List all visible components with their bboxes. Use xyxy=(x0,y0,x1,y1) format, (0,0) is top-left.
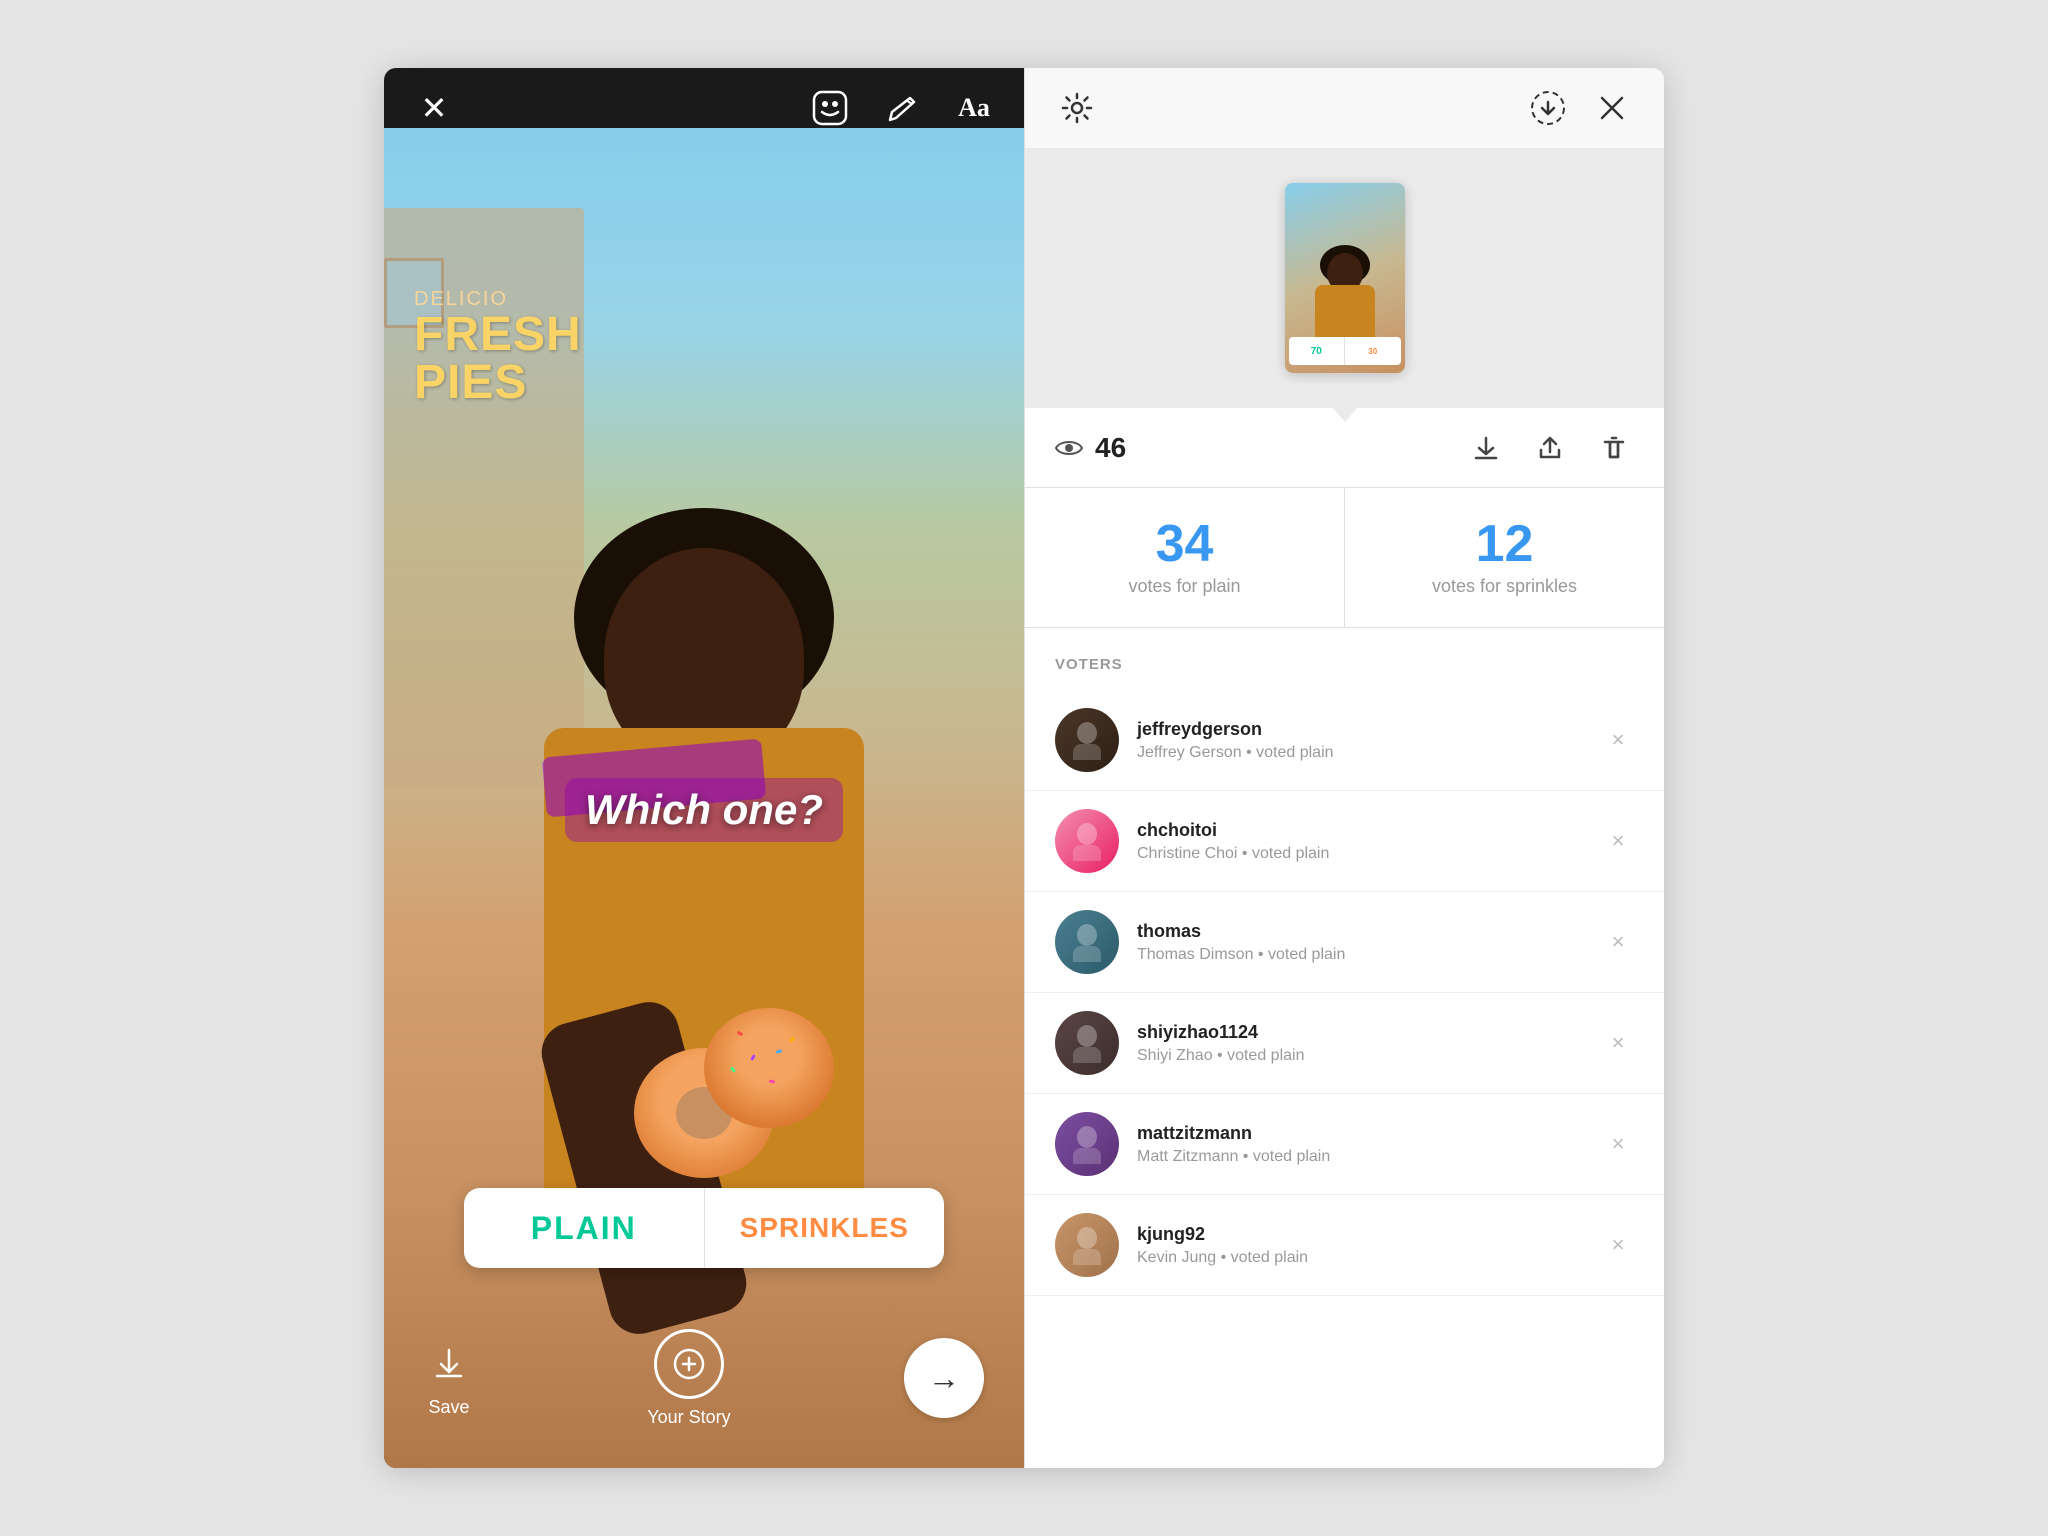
voter-detail: Shiyi Zhao • voted plain xyxy=(1137,1047,1602,1065)
voter-detail: Christine Choi • voted plain xyxy=(1137,845,1602,863)
voter-remove-button[interactable]: × xyxy=(1602,926,1634,958)
voter-row: chchoitoi Christine Choi • voted plain× xyxy=(1025,791,1664,892)
thumbnail-arrow xyxy=(1331,406,1359,422)
close-icon: ✕ xyxy=(421,92,448,124)
story-top-bar: ✕ Aa xyxy=(384,68,1024,148)
story-thumbnail[interactable]: 70 30 xyxy=(1285,183,1405,373)
your-story-button[interactable]: Your Story xyxy=(647,1329,730,1428)
story-editor-panel: DELICIO FRESH PIES xyxy=(384,68,1024,1468)
voter-row: mattzitzmann Matt Zitzmann • voted plain× xyxy=(1025,1094,1664,1195)
voter-remove-button[interactable]: × xyxy=(1602,1229,1634,1261)
voter-remove-button[interactable]: × xyxy=(1602,1128,1634,1160)
sign-fresh: FRESH xyxy=(414,311,644,359)
draw-button[interactable] xyxy=(880,86,924,130)
right-top-actions xyxy=(1526,86,1634,130)
close-icon xyxy=(1596,92,1628,124)
sticker-icon xyxy=(812,90,848,126)
voter-remove-button[interactable]: × xyxy=(1602,825,1634,857)
archive-icon xyxy=(1528,88,1568,128)
views-count: 46 xyxy=(1055,432,1126,464)
voter-avatar xyxy=(1055,1011,1119,1075)
gear-icon xyxy=(1059,90,1095,126)
thumb-poll-plain: 70 xyxy=(1289,337,1346,365)
poll-option-sprinkles[interactable]: SPRINKLES xyxy=(705,1188,945,1268)
your-story-label: Your Story xyxy=(647,1407,730,1428)
views-number: 46 xyxy=(1095,432,1126,464)
bakery-sign: DELICIO FRESH PIES xyxy=(414,288,644,407)
voter-username: kjung92 xyxy=(1137,1223,1602,1246)
voter-detail: Kevin Jung • voted plain xyxy=(1137,1249,1602,1267)
sprinkles-donut xyxy=(704,1008,834,1128)
story-bottom-bar: Save Your Story → xyxy=(384,1288,1024,1468)
voter-username: chchoitoi xyxy=(1137,819,1602,842)
voters-title: VOTERS xyxy=(1055,656,1123,673)
story-question-text: Which one? xyxy=(565,778,843,842)
voter-remove-button[interactable]: × xyxy=(1602,724,1634,756)
sprinkles-result: 12 votes for sprinkles xyxy=(1345,488,1664,627)
next-button[interactable]: → xyxy=(904,1338,984,1418)
plain-label: votes for plain xyxy=(1128,576,1240,597)
voter-list: jeffreydgerson Jeffrey Gerson • voted pla… xyxy=(1025,690,1664,1296)
voter-username: mattzitzmann xyxy=(1137,1122,1602,1145)
arrow-icon: → xyxy=(928,1360,960,1397)
voter-row: jeffreydgerson Jeffrey Gerson • voted pla… xyxy=(1025,690,1664,791)
voter-row: thomas Thomas Dimson • voted plain× xyxy=(1025,892,1664,993)
sprinkles-label: votes for sprinkles xyxy=(1432,576,1577,597)
sprinkles-count: 12 xyxy=(1476,518,1534,570)
settings-button[interactable] xyxy=(1055,86,1099,130)
download-button[interactable] xyxy=(1466,428,1506,468)
save-label: Save xyxy=(428,1397,469,1418)
voter-avatar xyxy=(1055,809,1119,873)
voter-detail: Thomas Dimson • voted plain xyxy=(1137,946,1602,964)
voter-detail: Matt Zitzmann • voted plain xyxy=(1137,1148,1602,1166)
story-thumbnail-area: 70 30 xyxy=(1025,148,1664,408)
poll-widget[interactable]: PLAIN SPRINKLES xyxy=(464,1188,944,1268)
sign-pies: PIES xyxy=(414,359,644,407)
thumb-poll-sprinkles: 30 xyxy=(1345,337,1401,365)
poll-option-plain[interactable]: PLAIN xyxy=(464,1188,705,1268)
save-button[interactable]: Save xyxy=(424,1339,474,1418)
delete-button[interactable] xyxy=(1594,428,1634,468)
voter-username: thomas xyxy=(1137,920,1602,943)
voters-section: VOTERS jeffreydgerson Jeffrey Gerson • vo… xyxy=(1025,628,1664,1468)
voter-avatar xyxy=(1055,708,1119,772)
text-icon: Aa xyxy=(958,93,990,123)
draw-icon xyxy=(884,90,920,126)
story-background: DELICIO FRESH PIES xyxy=(384,128,1024,1468)
plain-count: 34 xyxy=(1156,518,1214,570)
voter-row: shiyizhao1124 Shiyi Zhao • voted plain× xyxy=(1025,993,1664,1094)
voter-avatar xyxy=(1055,1213,1119,1277)
voter-avatar xyxy=(1055,910,1119,974)
voter-avatar xyxy=(1055,1112,1119,1176)
right-top-bar xyxy=(1025,68,1664,148)
sticker-button[interactable] xyxy=(808,86,852,130)
voter-detail: Jeffrey Gerson • voted plain xyxy=(1137,744,1602,762)
share-button[interactable] xyxy=(1530,428,1570,468)
download-archive-button[interactable] xyxy=(1526,86,1570,130)
your-story-icon xyxy=(654,1329,724,1399)
plain-result: 34 votes for plain xyxy=(1025,488,1345,627)
voters-header: VOTERS xyxy=(1025,628,1664,690)
insights-panel: 70 30 46 xyxy=(1024,68,1664,1468)
story-close-button[interactable]: ✕ xyxy=(412,86,456,130)
save-icon xyxy=(424,1339,474,1389)
voter-row: kjung92 Kevin Jung • voted plain× xyxy=(1025,1195,1664,1296)
eye-icon xyxy=(1055,438,1083,458)
voter-username: jeffreydgerson xyxy=(1137,718,1602,741)
story-top-actions: Aa xyxy=(808,86,996,130)
views-actions xyxy=(1466,428,1634,468)
voter-remove-button[interactable]: × xyxy=(1602,1027,1634,1059)
poll-results: 34 votes for plain 12 votes for sprinkle… xyxy=(1025,488,1664,628)
text-button[interactable]: Aa xyxy=(952,86,996,130)
close-button[interactable] xyxy=(1590,86,1634,130)
voter-username: shiyizhao1124 xyxy=(1137,1021,1602,1044)
thumbnail-poll: 70 30 xyxy=(1289,337,1401,365)
